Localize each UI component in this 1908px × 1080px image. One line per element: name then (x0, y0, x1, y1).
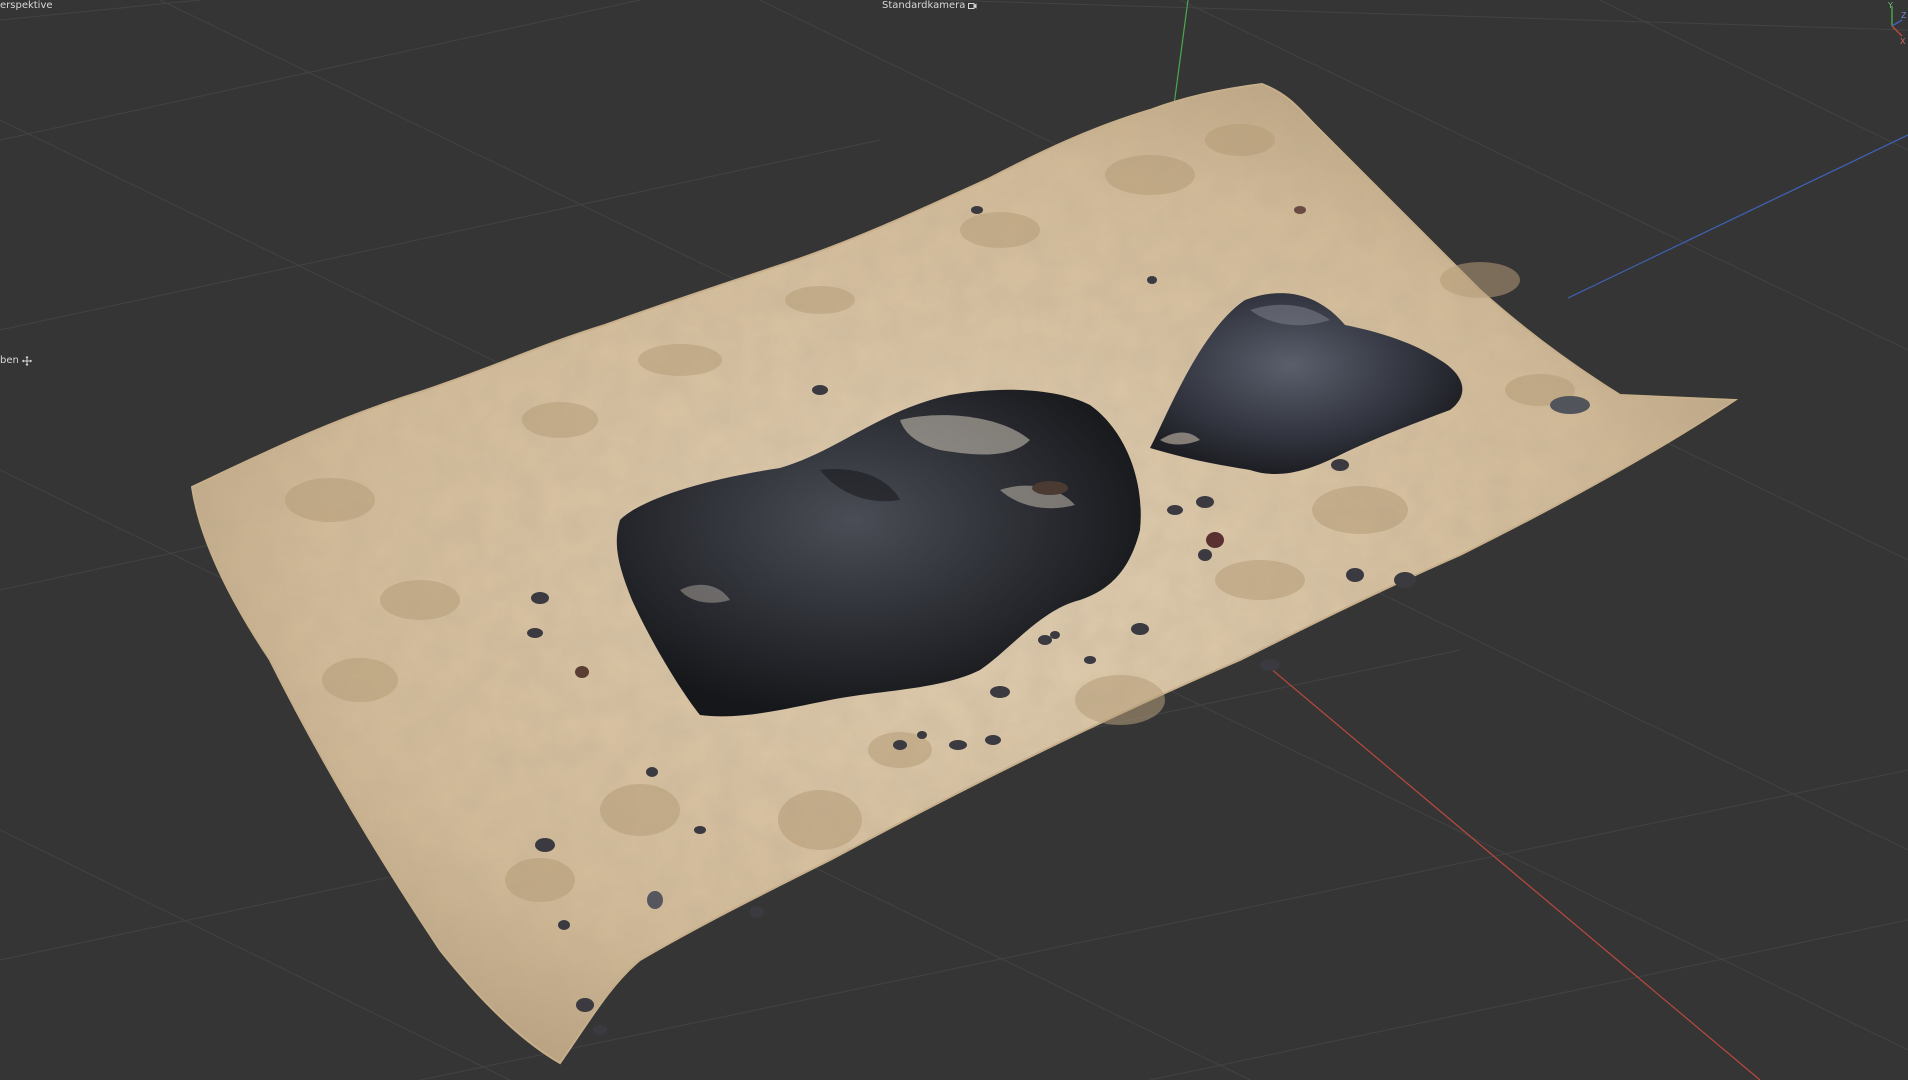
gizmo-x-label: X (1900, 37, 1906, 44)
move-cross-icon[interactable] (21, 356, 32, 366)
axis-gizmo-icon[interactable]: Y Z X (1868, 0, 1908, 44)
view-name-text: erspektive (0, 0, 53, 11)
3d-viewport[interactable]: erspektive Standardkamera ben Y Z X (0, 0, 1908, 1080)
gizmo-x-axis (1891, 25, 1903, 37)
gizmo-z-axis (1891, 19, 1903, 27)
scene-canvas[interactable] (0, 0, 1908, 1080)
camera-name-text: Standardkamera (882, 0, 966, 11)
gizmo-y-label: Y (1887, 1, 1893, 10)
z-axis-line (1567, 134, 1908, 299)
camera-selector[interactable]: Standardkamera (882, 1, 977, 11)
camera-icon (968, 3, 977, 9)
side-label-text: ben (0, 355, 19, 366)
x-axis-line (1269, 667, 1761, 1080)
gizmo-z-label: Z (1901, 11, 1907, 20)
view-mode-label[interactable]: erspektive (0, 1, 53, 11)
side-panel-label[interactable]: ben (0, 356, 32, 366)
